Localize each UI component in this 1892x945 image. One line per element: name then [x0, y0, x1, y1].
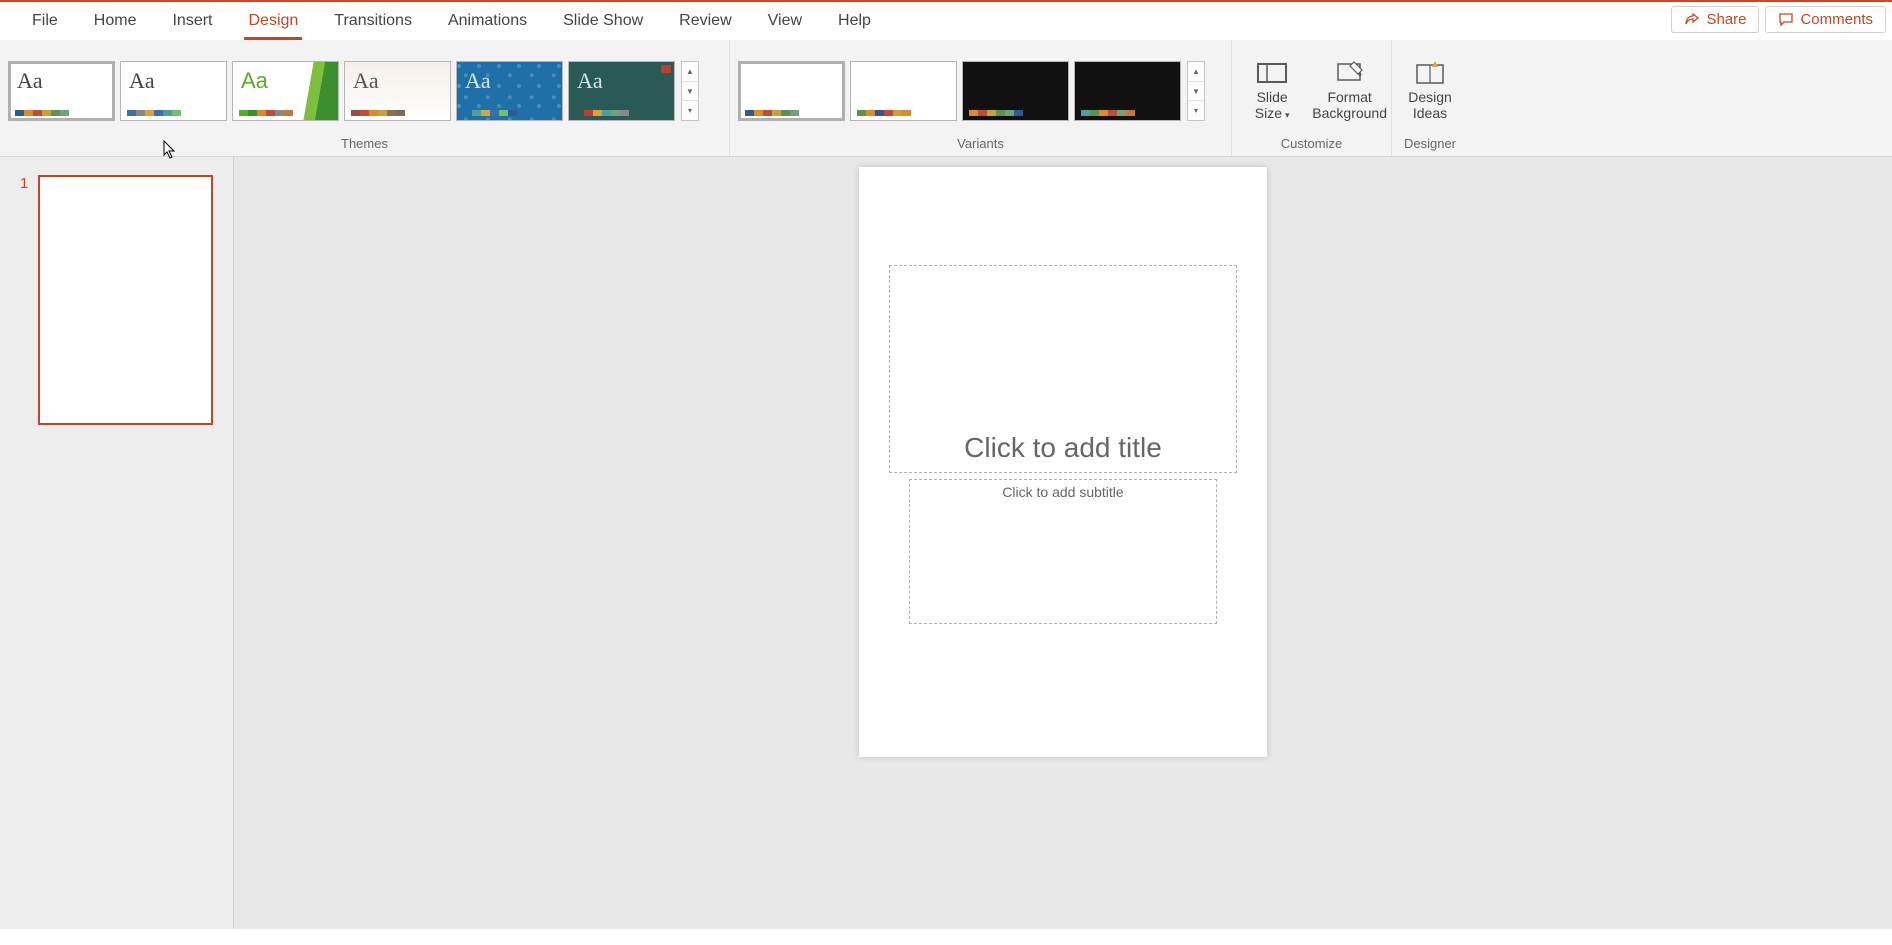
ribbon: Aa Aa Aa Aa Aa [0, 40, 1892, 157]
design-ideas-button[interactable]: Design Ideas [1396, 46, 1464, 136]
theme-thumb-6[interactable]: Aa [568, 61, 675, 121]
tab-insert[interactable]: Insert [154, 2, 230, 40]
variants-group-label: Variants [730, 136, 1231, 156]
theme-aa: Aa [353, 68, 379, 94]
theme-thumb-2[interactable]: Aa [120, 61, 227, 121]
theme-thumb-5[interactable]: Aa [456, 61, 563, 121]
designer-group-label: Designer [1392, 136, 1468, 156]
theme-aa: Aa [17, 68, 43, 94]
theme-swatches [463, 110, 517, 116]
slide-size-button[interactable]: Slide Size▾ [1236, 46, 1308, 136]
comment-icon [1778, 12, 1794, 28]
gallery-up-button[interactable]: ▲ [1188, 62, 1204, 82]
themes-group-label: Themes [0, 136, 729, 156]
theme-swatches [351, 110, 405, 116]
slides-panel[interactable]: 1 [0, 157, 234, 929]
chevron-down-icon: ▾ [1285, 110, 1290, 120]
variant-thumb-1[interactable] [738, 61, 845, 121]
tab-transitions[interactable]: Transitions [316, 2, 430, 40]
theme-thumb-4[interactable]: Aa [344, 61, 451, 121]
theme-aa: Aa [577, 68, 603, 94]
tab-file[interactable]: File [14, 2, 76, 40]
slide-size-label: Slide Size▾ [1255, 89, 1290, 121]
canvas-area[interactable]: Click to add title Click to add subtitle [234, 157, 1892, 929]
theme-aa: Aa [465, 68, 491, 94]
tab-view[interactable]: View [750, 2, 820, 40]
themes-group: Aa Aa Aa Aa Aa [0, 40, 730, 156]
variant-thumb-3[interactable] [962, 61, 1069, 121]
share-label: Share [1706, 11, 1746, 28]
tab-home[interactable]: Home [76, 2, 155, 40]
customize-group: Slide Size▾ Format Background Customize [1232, 40, 1392, 156]
theme-aa: Aa [241, 68, 268, 94]
tab-slideshow[interactable]: Slide Show [545, 2, 661, 40]
theme-swatches [15, 110, 69, 116]
theme-thumb-1[interactable]: Aa [8, 61, 115, 121]
variant-thumb-4[interactable] [1074, 61, 1181, 121]
format-background-icon [1335, 61, 1365, 85]
subtitle-placeholder[interactable]: Click to add subtitle [909, 479, 1217, 624]
slide-canvas[interactable]: Click to add title Click to add subtitle [859, 167, 1267, 757]
share-icon [1684, 12, 1700, 28]
variants-gallery-spinner: ▲ ▼ ▾ [1187, 61, 1205, 121]
gallery-down-button[interactable]: ▼ [1188, 82, 1204, 102]
variant-thumb-2[interactable] [850, 61, 957, 121]
themes-gallery-spinner: ▲ ▼ ▾ [681, 61, 699, 121]
design-ideas-icon [1415, 61, 1445, 85]
gallery-more-button[interactable]: ▾ [1188, 101, 1204, 120]
design-ideas-label: Design Ideas [1408, 89, 1452, 121]
theme-swatches [239, 110, 293, 116]
tab-review[interactable]: Review [661, 2, 749, 40]
comments-button[interactable]: Comments [1765, 6, 1886, 33]
variants-gallery [734, 61, 1181, 121]
variant-swatches [1081, 110, 1135, 116]
menu-bar: File Home Insert Design Transitions Anim… [0, 0, 1892, 40]
tab-animations[interactable]: Animations [430, 2, 545, 40]
gallery-down-button[interactable]: ▼ [682, 82, 698, 102]
tab-help[interactable]: Help [820, 2, 889, 40]
format-background-button[interactable]: Format Background [1312, 46, 1387, 136]
variant-swatches [857, 110, 911, 116]
tab-design[interactable]: Design [230, 2, 316, 40]
gallery-up-button[interactable]: ▲ [682, 62, 698, 82]
share-button[interactable]: Share [1671, 6, 1759, 33]
workspace: 1 Click to add title Click to add subtit… [0, 157, 1892, 929]
format-background-label: Format Background [1312, 89, 1387, 121]
title-placeholder[interactable]: Click to add title [889, 265, 1237, 473]
customize-group-label: Customize [1232, 136, 1391, 156]
slide-number: 1 [20, 175, 28, 425]
theme-swatches [575, 110, 629, 116]
theme-swatches [127, 110, 181, 116]
designer-group: Design Ideas Designer [1392, 40, 1468, 156]
comments-label: Comments [1800, 11, 1873, 28]
themes-gallery: Aa Aa Aa Aa Aa [4, 61, 675, 121]
slide-size-icon [1257, 61, 1287, 85]
slide-entry-1[interactable]: 1 [20, 175, 213, 425]
variant-swatches [969, 110, 1023, 116]
theme-thumb-3[interactable]: Aa [232, 61, 339, 121]
variant-swatches [745, 110, 799, 116]
variants-group: ▲ ▼ ▾ Variants [730, 40, 1232, 156]
theme-aa: Aa [129, 68, 155, 94]
slide-thumbnail[interactable] [38, 175, 213, 425]
gallery-more-button[interactable]: ▾ [682, 101, 698, 120]
